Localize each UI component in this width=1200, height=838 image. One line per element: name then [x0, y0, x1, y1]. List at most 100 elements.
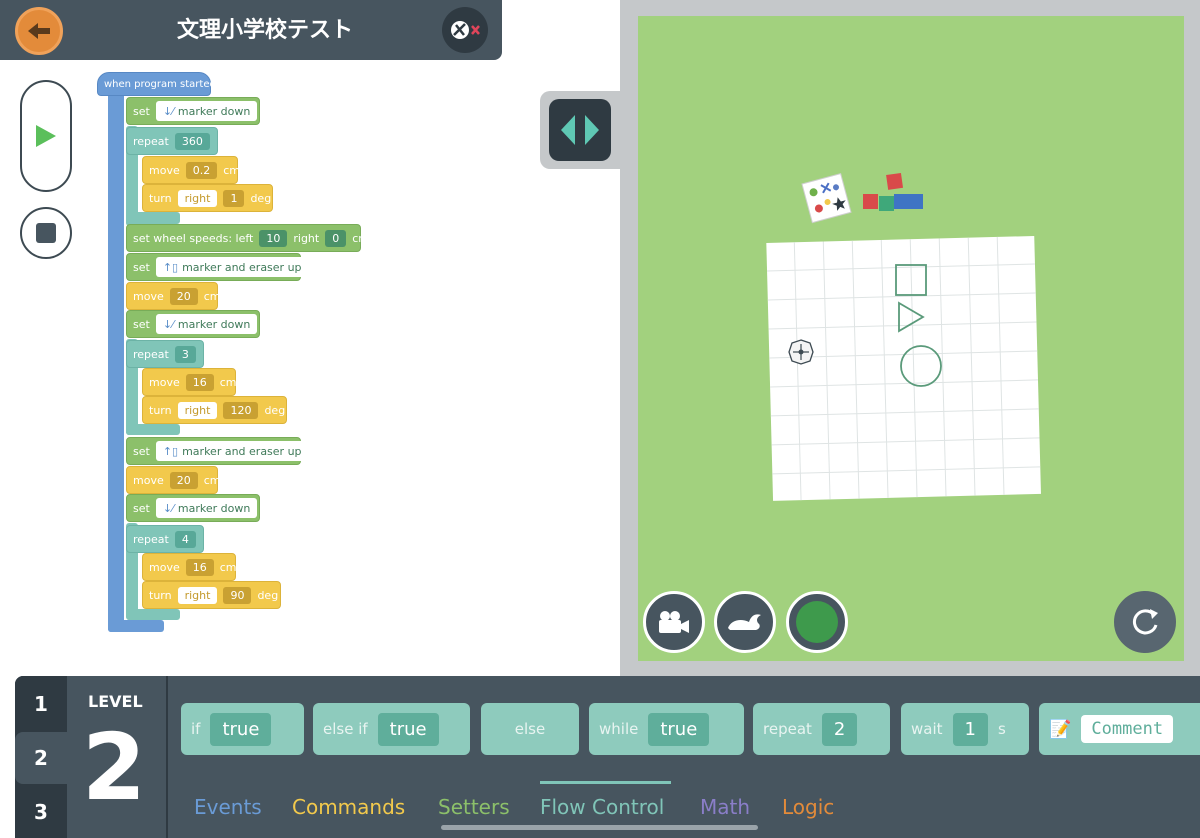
set-block[interactable]: set ↓⁄ marker down: [126, 97, 260, 125]
block-keyword: set: [133, 104, 150, 118]
split-view-toggle[interactable]: [540, 91, 622, 169]
distance-field[interactable]: 20: [169, 471, 198, 489]
block-keyword: set: [133, 260, 150, 274]
block-keyword: else if: [323, 720, 368, 738]
level-3-button[interactable]: 3: [15, 786, 67, 838]
simulator-scene: [766, 172, 1041, 501]
repeat-foot: [126, 609, 180, 620]
palette-divider: [166, 676, 168, 838]
while-block[interactable]: while true: [589, 703, 744, 755]
video-camera-icon: [659, 611, 689, 633]
tab-flow-control[interactable]: Flow Control: [540, 795, 664, 819]
turn-block[interactable]: turn right 90 deg: [142, 581, 281, 609]
arrow-left-icon: [28, 23, 50, 39]
unit-label: deg: [257, 588, 279, 602]
tab-logic[interactable]: Logic: [782, 795, 834, 819]
level-2-button[interactable]: 2: [15, 732, 67, 784]
tab-events[interactable]: Events: [194, 795, 262, 819]
repeat-block[interactable]: repeat 3: [126, 340, 204, 368]
count-field: 2: [821, 712, 858, 746]
move-block[interactable]: move 20 cm: [126, 282, 221, 310]
repeat-block[interactable]: repeat 360: [126, 127, 218, 155]
repeat-count-field[interactable]: 360: [174, 132, 210, 150]
speed-button[interactable]: [714, 591, 776, 653]
marker-option-dropdown[interactable]: ↓⁄ marker down: [155, 314, 258, 334]
repeat-palette-block[interactable]: repeat 2: [753, 703, 890, 755]
marker-option-dropdown[interactable]: ↓⁄ marker down: [155, 101, 258, 121]
event-block[interactable]: when program started: [97, 72, 216, 96]
unit-label: cm: [219, 375, 237, 389]
block-keyword: move: [133, 289, 164, 303]
level-1-button[interactable]: 1: [15, 678, 67, 730]
stop-icon: [36, 223, 56, 243]
camera-button[interactable]: [643, 591, 705, 653]
block-keyword: set: [133, 317, 150, 331]
move-block[interactable]: move 16 cm: [142, 368, 237, 396]
tab-commands[interactable]: Commands: [292, 795, 405, 819]
pen-up-icon: ↑▯: [162, 260, 179, 274]
block-keyword: move: [133, 473, 164, 487]
distance-field[interactable]: 0.2: [185, 161, 218, 179]
tab-setters[interactable]: Setters: [438, 795, 510, 819]
move-block[interactable]: move 16 cm: [142, 553, 237, 581]
pen-down-icon: ↓⁄: [162, 104, 174, 118]
block-keyword: set wheel speeds: left: [133, 231, 254, 245]
move-block[interactable]: move 0.2 cm: [142, 156, 240, 184]
option-label: marker down: [177, 317, 251, 331]
angle-field[interactable]: 120: [223, 401, 259, 419]
simulator-canvas[interactable]: [638, 16, 1184, 661]
set-block[interactable]: set ↑▯ marker and eraser up: [126, 253, 309, 281]
direction-dropdown[interactable]: right: [177, 189, 218, 207]
back-button[interactable]: [15, 7, 63, 55]
angle-field[interactable]: 90: [223, 586, 252, 604]
set-block[interactable]: set ↓⁄ marker down: [126, 494, 260, 522]
unit-label: cm: [203, 289, 221, 303]
block-keyword: turn: [149, 403, 172, 417]
repeat-count-field[interactable]: 3: [174, 345, 196, 363]
play-button[interactable]: [20, 80, 72, 192]
block-keyword: move: [149, 163, 180, 177]
repeat-block[interactable]: repeat 4: [126, 525, 204, 553]
set-block[interactable]: set ↑▯ marker and eraser up: [126, 437, 309, 465]
block-keyword: repeat: [133, 347, 169, 361]
if-block[interactable]: if true: [181, 703, 304, 755]
reset-button[interactable]: [1114, 591, 1176, 653]
unit-label: cm: [219, 560, 237, 574]
header-bar: 文理小学校テスト: [0, 0, 502, 60]
turn-block[interactable]: turn right 1 deg: [142, 184, 273, 212]
distance-field[interactable]: 16: [185, 373, 214, 391]
wheel-speed-block[interactable]: set wheel speeds: left 10 right 0 cm/s: [126, 224, 378, 252]
tools-close-button[interactable]: [442, 7, 488, 53]
repeat-foot: [126, 212, 180, 224]
direction-dropdown[interactable]: right: [177, 401, 218, 419]
turn-block[interactable]: turn right 120 deg: [142, 396, 287, 424]
stop-button[interactable]: [20, 207, 72, 259]
option-label: marker and eraser up: [182, 260, 302, 274]
move-block[interactable]: move 20 cm: [126, 466, 221, 494]
marker-option-dropdown[interactable]: ↑▯ marker and eraser up: [155, 441, 309, 461]
set-block[interactable]: set ↓⁄ marker down: [126, 310, 260, 338]
left-speed-field[interactable]: 10: [259, 229, 288, 247]
robot-icon: [788, 339, 814, 365]
block-keyword: if: [191, 720, 201, 738]
block-keyword: move: [149, 560, 180, 574]
sticker-card-icon: [801, 173, 852, 224]
angle-field[interactable]: 1: [223, 189, 245, 207]
marker-option-dropdown[interactable]: ↓⁄ marker down: [155, 498, 258, 518]
marker-color-button[interactable]: [786, 591, 848, 653]
unit-label: deg: [250, 191, 272, 205]
comment-block[interactable]: 📝 Comment: [1039, 703, 1200, 755]
palette-scrollbar[interactable]: [441, 825, 758, 830]
wait-block[interactable]: wait 1 s: [901, 703, 1029, 755]
direction-dropdown[interactable]: right: [177, 586, 218, 604]
marker-option-dropdown[interactable]: ↑▯ marker and eraser up: [155, 257, 309, 277]
tab-math[interactable]: Math: [700, 795, 750, 819]
else-if-block[interactable]: else if true: [313, 703, 470, 755]
right-speed-field[interactable]: 0: [325, 229, 347, 247]
distance-field[interactable]: 20: [169, 287, 198, 305]
else-block[interactable]: else: [481, 703, 579, 755]
distance-field[interactable]: 16: [185, 558, 214, 576]
colored-cubes-icon: [863, 172, 923, 211]
block-keyword: right: [293, 231, 320, 245]
repeat-count-field[interactable]: 4: [174, 530, 196, 548]
